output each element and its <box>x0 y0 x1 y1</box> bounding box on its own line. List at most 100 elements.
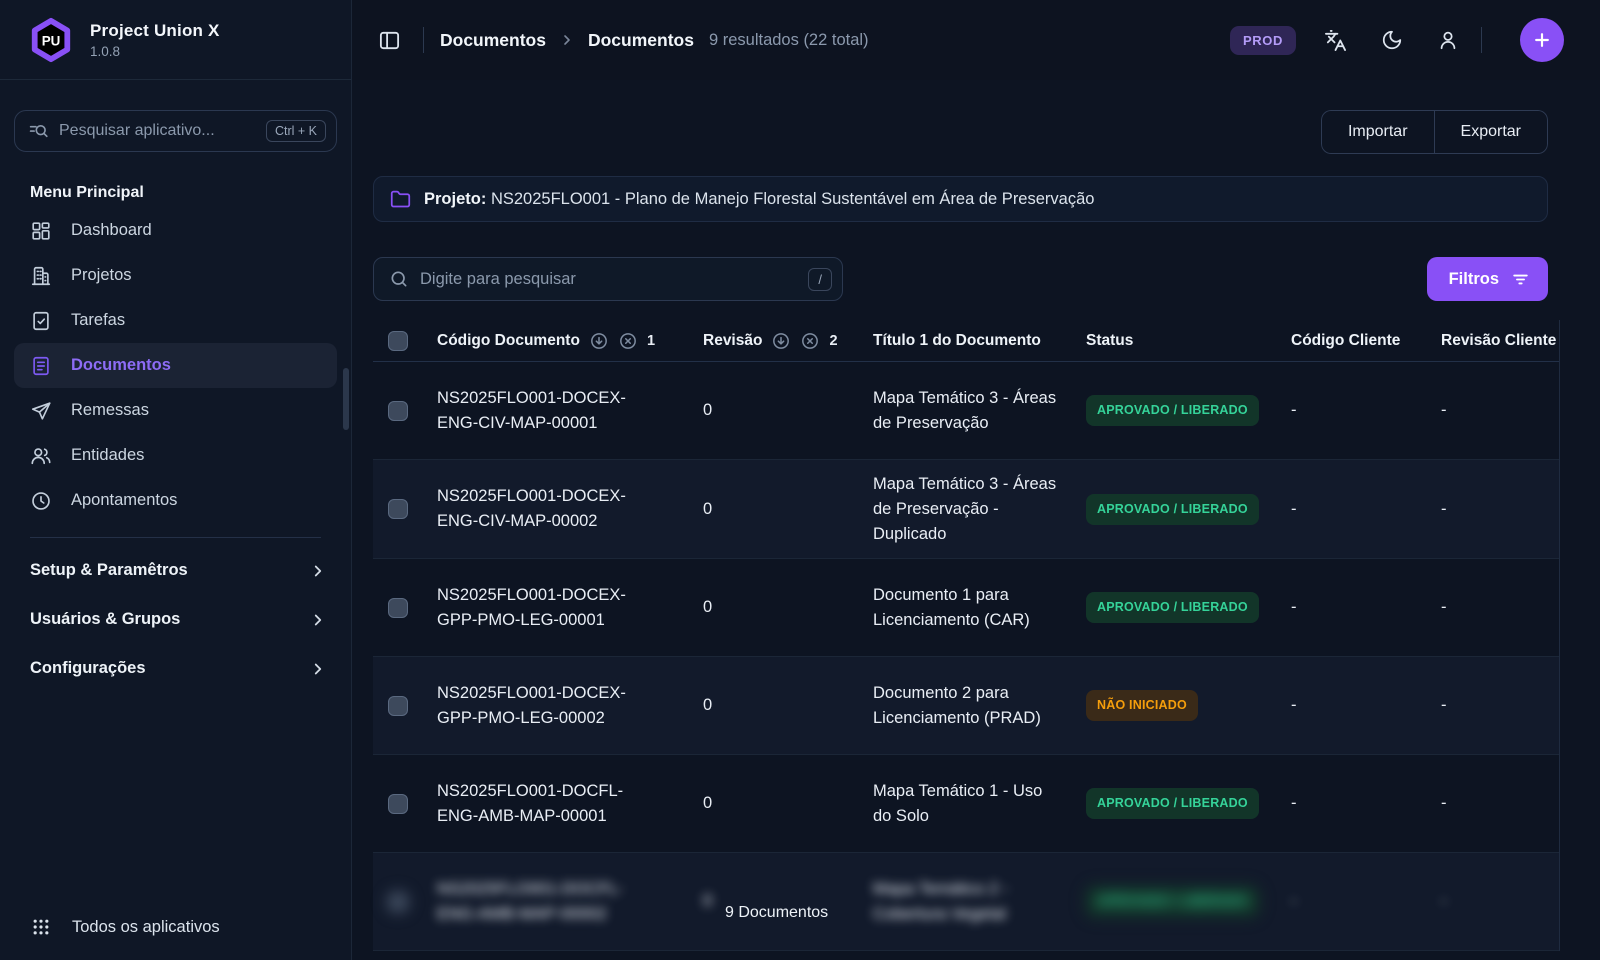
status-badge: APROVADO / LIBERADO <box>1086 886 1259 917</box>
sidebar-header: PU Project Union X 1.0.8 <box>0 0 351 80</box>
sort-descending-icon[interactable] <box>589 331 609 351</box>
document-title-cell: Mapa Temático 3 - Áreas de Preservação <box>873 374 1086 448</box>
status-badge: APROVADO / LIBERADO <box>1086 788 1259 819</box>
document-title-cell: Documento 2 para Licenciamento (PRAD) <box>873 669 1086 743</box>
documents-table: Código Documento 1Revisão 2Título 1 do D… <box>373 320 1560 951</box>
row-checkbox-cell <box>373 586 437 630</box>
document-icon <box>30 355 52 377</box>
document-code-cell: NS2025FLO001-DOCFL-ENG-AMB-MAP-00002 <box>437 865 703 939</box>
table-row[interactable]: NS2025FLO001-DOCEX-GPP-PMO-LEG-000010Doc… <box>373 559 1559 657</box>
sort-priority: 2 <box>829 333 837 349</box>
sidebar-item-label: Entidades <box>71 446 144 465</box>
table-row[interactable]: NS2025FLO001-DOCEX-GPP-PMO-LEG-000020Doc… <box>373 657 1559 755</box>
theme-toggle-button[interactable] <box>1375 23 1409 57</box>
client-code-cell: - <box>1291 681 1441 730</box>
language-button[interactable] <box>1318 23 1353 58</box>
profile-button[interactable] <box>1431 23 1465 57</box>
client-code-cell: - <box>1291 485 1441 534</box>
clear-sort-icon[interactable] <box>800 331 820 351</box>
select-all-checkbox[interactable] <box>388 331 408 351</box>
revision-cell: 0 <box>703 681 873 730</box>
sidebar-group-setup-parametros[interactable]: Setup & Paramêtros <box>0 546 351 595</box>
topbar-divider-2 <box>1481 27 1482 53</box>
sort-descending-icon[interactable] <box>771 331 791 351</box>
task-icon <box>30 310 52 332</box>
chevron-right-icon <box>559 32 575 48</box>
table-row[interactable]: NS2025FLO001-DOCEX-ENG-CIV-MAP-000020Map… <box>373 460 1559 559</box>
client-revision-cell: - <box>1441 877 1560 926</box>
search-lines-icon <box>28 121 49 142</box>
status-cell: APROVADO / LIBERADO <box>1086 874 1291 929</box>
document-code-cell: NS2025FLO001-DOCEX-GPP-PMO-LEG-00002 <box>437 669 703 743</box>
search-shortcut-kbd: Ctrl + K <box>266 120 326 142</box>
row-checkbox-cell <box>373 684 437 728</box>
table-body: NS2025FLO001-DOCEX-ENG-CIV-MAP-000010Map… <box>373 362 1559 951</box>
building-icon <box>30 265 52 287</box>
sidebar-group-usuarios-grupos[interactable]: Usuários & Grupos <box>0 595 351 644</box>
app-search[interactable]: Ctrl + K <box>14 110 337 152</box>
filters-button-label: Filtros <box>1449 270 1499 289</box>
table-row[interactable]: NS2025FLO001-DOCFL-ENG-AMB-MAP-000010Map… <box>373 755 1559 853</box>
sort-priority: 1 <box>647 333 655 349</box>
sidebar-item-projetos[interactable]: Projetos <box>14 253 337 298</box>
user-icon <box>1437 29 1459 51</box>
row-checkbox-cell <box>373 880 437 924</box>
clear-sort-icon[interactable] <box>618 331 638 351</box>
row-checkbox-cell <box>373 782 437 826</box>
table-controls: / Filtros <box>373 257 1548 301</box>
row-checkbox[interactable] <box>388 794 408 814</box>
table-row[interactable]: NS2025FLO001-DOCFL-ENG-AMB-MAP-000020Map… <box>373 853 1559 951</box>
sidebar-group-label: Configurações <box>30 659 146 678</box>
sidebar-scrollbar-thumb[interactable] <box>343 368 349 430</box>
status-cell: APROVADO / LIBERADO <box>1086 776 1291 831</box>
app-search-input[interactable] <box>59 122 256 140</box>
table-search-input[interactable] <box>420 270 797 289</box>
document-code-cell: NS2025FLO001-DOCEX-GPP-PMO-LEG-00001 <box>437 571 703 645</box>
sidebar-item-documentos[interactable]: Documentos <box>14 343 337 388</box>
sidebar-toggle-button[interactable] <box>372 23 407 58</box>
row-checkbox[interactable] <box>388 499 408 519</box>
row-checkbox[interactable] <box>388 696 408 716</box>
app-version: 1.0.8 <box>90 44 220 59</box>
column-label: Código Cliente <box>1291 332 1400 350</box>
project-banner: Projeto: NS2025FLO001 - Plano de Manejo … <box>373 176 1548 222</box>
column-label: Título 1 do Documento <box>873 332 1041 350</box>
document-title-cell: Mapa Temático 2 - Cobertura Vegetal <box>873 865 1086 939</box>
sidebar-item-label: Tarefas <box>71 311 125 330</box>
apps-grid-icon <box>31 917 51 937</box>
client-code-cell: - <box>1291 779 1441 828</box>
app-title: Project Union X <box>90 21 220 41</box>
sidebar-item-remessas[interactable]: Remessas <box>14 388 337 433</box>
app-window: PU Project Union X 1.0.8 Ctrl + K Menu P… <box>0 0 1600 960</box>
main-area: Documentos Documentos 9 resultados (22 t… <box>352 0 1600 960</box>
client-code-cell: - <box>1291 877 1441 926</box>
column-label: Revisão Cliente <box>1441 332 1556 350</box>
panel-left-icon <box>378 29 401 52</box>
sidebar-item-label: Dashboard <box>71 221 152 240</box>
sidebar-item-entidades[interactable]: Entidades <box>14 433 337 478</box>
breadcrumb-root[interactable]: Documentos <box>440 30 546 51</box>
results-summary: 9 resultados (22 total) <box>709 31 869 50</box>
dashboard-icon <box>30 220 52 242</box>
row-checkbox[interactable] <box>388 598 408 618</box>
sidebar-item-dashboard[interactable]: Dashboard <box>14 208 337 253</box>
revision-cell: 0 <box>703 583 873 632</box>
column-header-titulo-1-do-documento: Título 1 do Documento <box>873 332 1086 350</box>
import-button[interactable]: Importar <box>1321 110 1435 154</box>
row-checkbox[interactable] <box>388 892 408 912</box>
status-cell: APROVADO / LIBERADO <box>1086 580 1291 635</box>
sidebar-item-label: Documentos <box>71 356 171 375</box>
export-button[interactable]: Exportar <box>1434 110 1548 154</box>
column-header-revisao: Revisão 2 <box>703 331 873 351</box>
table-search[interactable]: / <box>373 257 843 301</box>
sidebar-groups: Setup & ParamêtrosUsuários & Grupos Confi… <box>0 546 351 693</box>
sidebar-footer-all-apps[interactable]: Todos os aplicativos <box>0 894 351 960</box>
sidebar-item-tarefas[interactable]: Tarefas <box>14 298 337 343</box>
row-checkbox[interactable] <box>388 401 408 421</box>
add-button[interactable] <box>1520 18 1564 62</box>
topbar-divider <box>423 27 424 53</box>
sidebar-item-apontamentos[interactable]: Apontamentos <box>14 478 337 523</box>
sidebar-group-configuracoes[interactable]: Configurações <box>0 644 351 693</box>
table-row[interactable]: NS2025FLO001-DOCEX-ENG-CIV-MAP-000010Map… <box>373 362 1559 460</box>
filters-button[interactable]: Filtros <box>1427 257 1548 301</box>
